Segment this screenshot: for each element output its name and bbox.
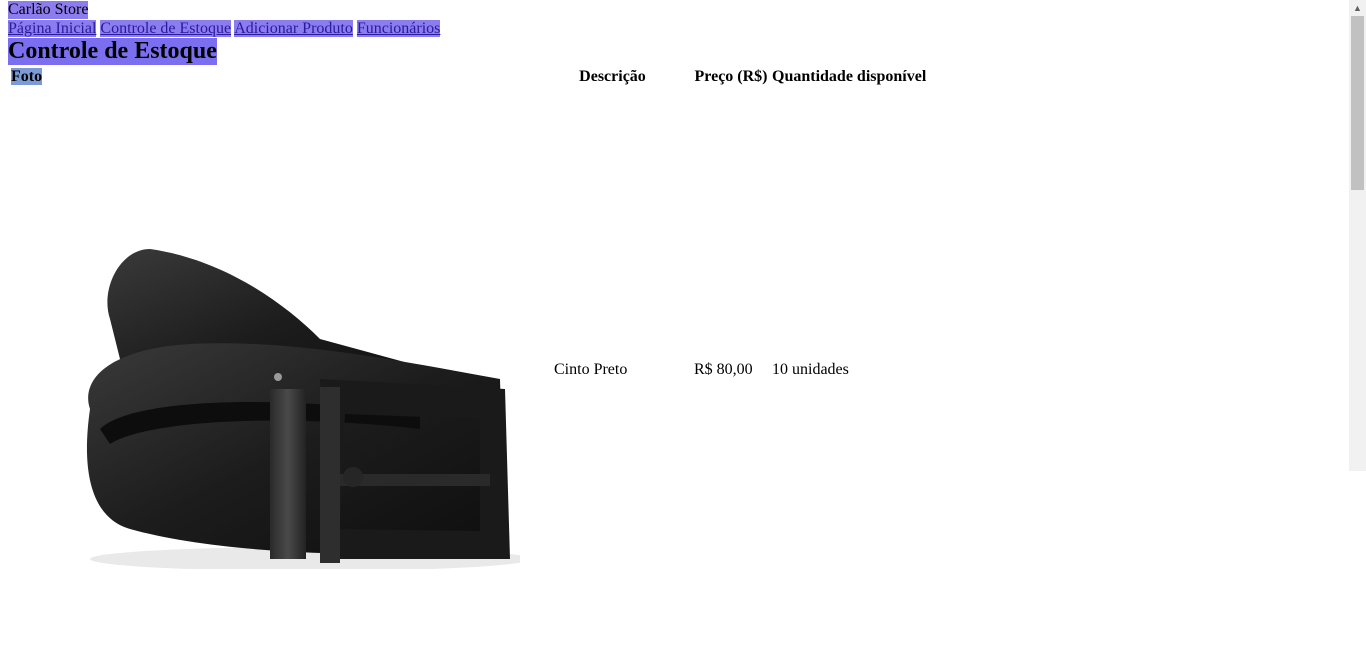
- column-header-foto: Foto: [11, 68, 43, 85]
- table-row: Cinto Preto R$ 80,00 10 unidades: [10, 89, 927, 651]
- nav-link-controle-estoque[interactable]: Controle de Estoque: [100, 20, 232, 37]
- stock-table: Foto Descrição Preço (R$) Quantidade dis…: [8, 65, 929, 653]
- scrollbar-thumb[interactable]: [1351, 16, 1364, 190]
- product-price: R$ 80,00: [694, 361, 753, 378]
- column-header-descricao: Descrição: [579, 68, 646, 85]
- page-body: Carlão Store Página Inicial Controle de …: [8, 0, 1338, 653]
- column-header-preco: Preço (R$): [694, 68, 768, 85]
- main-nav: Página Inicial Controle de Estoque Adici…: [8, 19, 1338, 38]
- store-name: Carlão Store: [8, 1, 89, 19]
- table-header-row: Foto Descrição Preço (R$) Quantidade dis…: [10, 67, 927, 87]
- page-title: Controle de Estoque: [8, 38, 217, 65]
- nav-link-adicionar-produto[interactable]: Adicionar Produto: [234, 20, 353, 37]
- column-header-quantidade: Quantidade disponível: [772, 68, 927, 85]
- product-quantity: 10 unidades: [772, 361, 849, 378]
- scroll-up-arrow-icon[interactable]: ▲: [1349, 0, 1366, 16]
- vertical-scrollbar[interactable]: ▲: [1349, 0, 1366, 471]
- product-description: Cinto Preto: [554, 361, 628, 378]
- black-belt-image: [86, 249, 520, 569]
- nav-link-funcionarios[interactable]: Funcionários: [356, 20, 441, 37]
- nav-link-pagina-inicial[interactable]: Página Inicial: [8, 20, 97, 37]
- product-photo-cell: [10, 89, 532, 651]
